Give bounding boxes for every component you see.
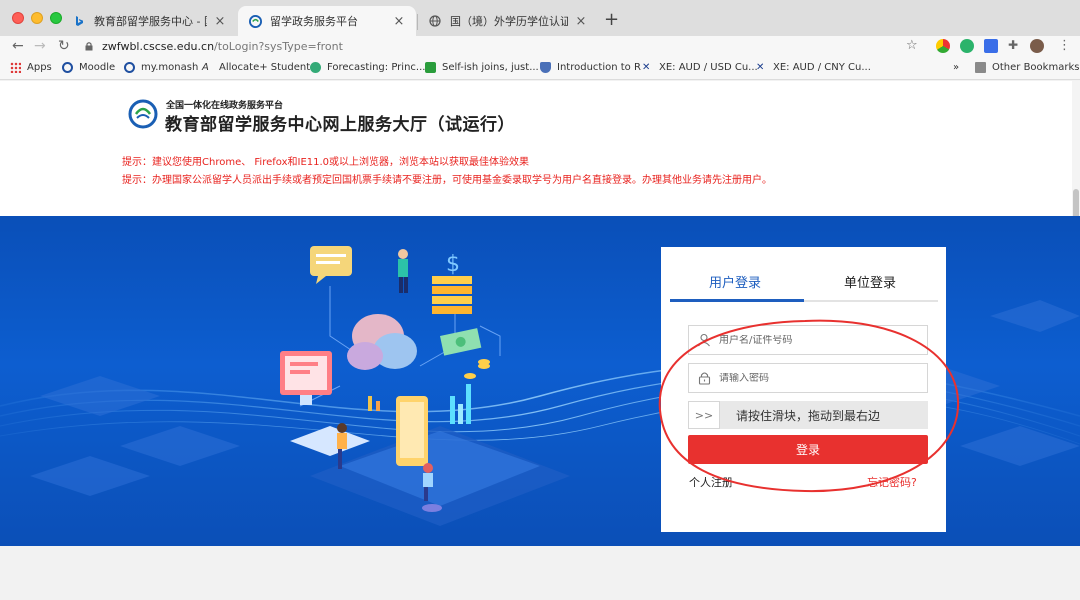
bing-icon (72, 14, 86, 28)
browser-tab-cscse[interactable]: 留学政务服务平台 × (238, 6, 416, 36)
xe-icon: ✕ (642, 62, 651, 73)
tab-title: 国（境）外学历学位认证申请材 (450, 15, 568, 28)
bookmark-label: Self-ish joins, just... (442, 62, 539, 73)
globe-icon (428, 14, 442, 28)
close-window-button[interactable] (12, 12, 24, 24)
bookmark-xe-cny[interactable]: ✕ XE: AUD / CNY Cu... (756, 62, 871, 73)
bookmarks-overflow[interactable]: » (953, 62, 959, 73)
back-icon[interactable]: ← (12, 38, 24, 54)
extension-icon[interactable] (936, 39, 950, 53)
bookmark-label: Introduction to R (557, 62, 641, 73)
translate-icon[interactable] (984, 39, 998, 53)
bookmark-label: Moodle (79, 62, 116, 73)
url-path: /toLogin?sysType=front (214, 39, 343, 53)
tab-close-icon[interactable]: × (392, 14, 406, 29)
bookmark-selfish[interactable]: Self-ish joins, just... (425, 62, 539, 73)
overflow-chevron-icon: » (953, 62, 960, 73)
bookmark-label: Allocate+ Student (219, 62, 311, 73)
puzzle-icon[interactable]: ✚ (1008, 38, 1018, 52)
shield-icon (540, 62, 551, 73)
folder-icon (975, 62, 986, 73)
tab-title: 留学政务服务平台 (270, 15, 358, 28)
page-footer-area (0, 546, 1080, 600)
tab-title: 教育部留学服务中心 - 国内版 Bi (94, 15, 207, 28)
bookmark-monash[interactable]: my.monash (124, 62, 198, 73)
bookmark-forecasting[interactable]: Forecasting: Princ... (310, 62, 425, 73)
bookmark-apps[interactable]: Apps (10, 62, 52, 73)
cscse-logo (128, 99, 158, 129)
forward-icon[interactable]: → (34, 38, 46, 54)
selfish-icon (425, 62, 436, 73)
bookmark-label: Other Bookmarks (992, 62, 1080, 73)
forecasting-icon (310, 62, 321, 73)
xe-icon: ✕ (756, 62, 765, 73)
monash-icon (124, 62, 135, 73)
bookmark-label: XE: AUD / CNY Cu... (773, 62, 871, 73)
allocate-icon: A (202, 62, 209, 73)
bookmark-allocate[interactable]: A Allocate+ Student (202, 62, 310, 73)
svg-text:$: $ (446, 252, 460, 277)
lock-icon (85, 42, 93, 51)
tab-user-login[interactable]: 用户登录 (709, 272, 761, 291)
moodle-icon (62, 62, 73, 73)
maximize-window-button[interactable] (50, 12, 62, 24)
browser-tip: 提示：建议您使用Chrome、 Firefox和IE11.0或以上浏览器，浏览本… (122, 157, 530, 168)
active-tab-indicator (670, 299, 804, 302)
browser-toolbar: ← → ↻ zwfwbl.cscse.edu.cn /toLogin?sysTy… (0, 36, 1080, 58)
tab-close-icon[interactable]: × (213, 14, 227, 29)
bookmark-moodle[interactable]: Moodle (62, 62, 115, 73)
browser-tab-verification[interactable]: 国（境）外学历学位认证申请材 × (418, 6, 598, 36)
reload-icon[interactable]: ↻ (58, 38, 70, 54)
new-tab-icon[interactable]: + (604, 9, 619, 30)
apps-icon (10, 62, 21, 73)
profile-avatar[interactable] (1030, 39, 1044, 53)
url-host: zwfwbl.cscse.edu.cn (102, 39, 215, 53)
bookmark-label: Apps (27, 62, 52, 73)
cscse-icon (248, 14, 262, 28)
bookmark-other[interactable]: Other Bookmarks (975, 62, 1079, 73)
bookmarks-bar: Apps Moodle my.monash A Allocate+ Studen… (0, 58, 1080, 80)
bookmark-xe-usd[interactable]: ✕ XE: AUD / USD Cu... (642, 62, 758, 73)
grammarly-icon[interactable] (960, 39, 974, 53)
tab-unit-login[interactable]: 单位登录 (844, 272, 896, 291)
address-bar[interactable]: zwfwbl.cscse.edu.cn /toLogin?sysType=fro… (84, 36, 924, 56)
tab-close-icon[interactable]: × (574, 14, 588, 29)
bookmark-intro-r[interactable]: Introduction to R (540, 62, 641, 73)
bookmark-label: my.monash (141, 62, 199, 73)
minimize-window-button[interactable] (31, 12, 43, 24)
bookmark-label: XE: AUD / USD Cu... (659, 62, 758, 73)
menu-kebab-icon[interactable]: ⋮ (1058, 38, 1071, 53)
browser-tab-bing[interactable]: 教育部留学服务中心 - 国内版 Bi × (62, 6, 237, 36)
annotation-circle (658, 319, 960, 493)
browser-tab-bar: 教育部留学服务中心 - 国内版 Bi × 留学政务服务平台 × 国（境）外学历学… (0, 0, 1080, 36)
bookmark-label: Forecasting: Princ... (327, 62, 426, 73)
registration-tip: 提示：办理国家公派留学人员派出手续或者预定回国机票手续请不要注册，可使用基金委录… (122, 175, 772, 186)
bookmark-star-icon[interactable]: ☆ (906, 38, 918, 53)
site-title: 教育部留学服务中心网上服务大厅（试运行） (165, 115, 515, 135)
